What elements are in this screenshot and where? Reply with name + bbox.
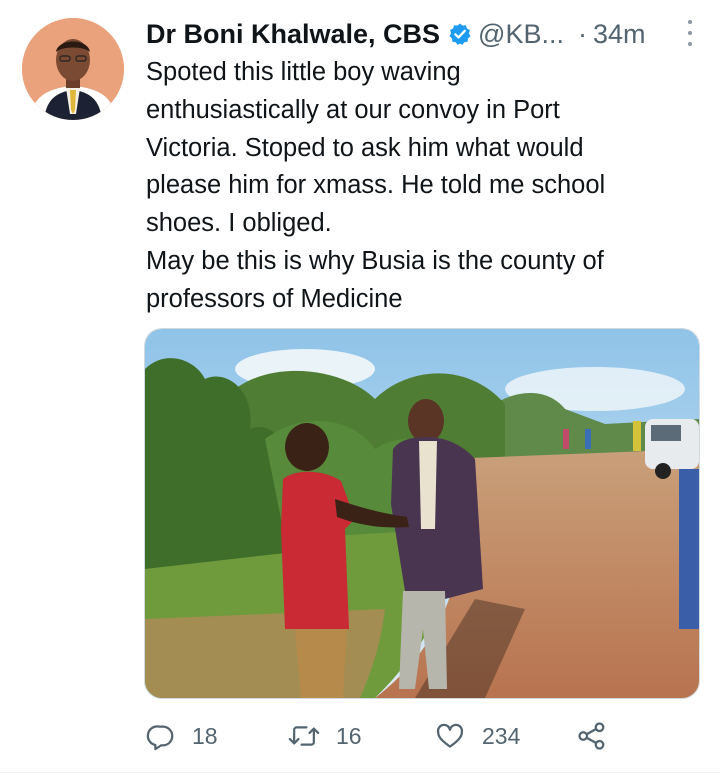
tweet-text-line: shoes. I obliged.: [146, 209, 332, 238]
like-button[interactable]: 234: [434, 714, 520, 758]
reply-button[interactable]: 18: [146, 714, 218, 758]
author-name[interactable]: Dr Boni Khalwale, CBS: [146, 19, 440, 50]
tweet-text-line: May be this is why Busia is the county o…: [146, 246, 604, 275]
share-icon: [578, 722, 605, 750]
reply-icon: [146, 725, 174, 751]
like-count: 234: [482, 722, 521, 749]
tweet-photo[interactable]: [144, 328, 700, 699]
retweet-icon: [288, 726, 320, 746]
tweet-actions-bar: 18 16 234: [146, 714, 706, 758]
tweet-text-line: Spoted this little boy waving: [146, 58, 461, 86]
tweet-text-line: please him for xmass. He told me school: [146, 171, 606, 200]
verified-badge-icon: [448, 22, 472, 46]
photo-scene: [145, 329, 699, 698]
retweet-count: 16: [336, 722, 362, 749]
tweet-divider: [0, 772, 720, 773]
tweet-text-line: Victoria. Stoped to ask him what would: [146, 133, 584, 162]
tweet-header: Dr Boni Khalwale, CBS @KB... · 34m: [146, 14, 700, 54]
tweet-text: Spoted this little boy waving enthusiast…: [146, 54, 706, 319]
share-button[interactable]: [576, 714, 624, 758]
tweet-timestamp[interactable]: 34m: [593, 19, 646, 50]
retweet-button[interactable]: 16: [288, 714, 362, 758]
author-handle[interactable]: @KB...: [478, 19, 564, 50]
avatar-photo: [22, 18, 124, 120]
more-options-icon[interactable]: [686, 20, 694, 46]
heart-icon: [436, 723, 464, 748]
reply-count: 18: [192, 722, 218, 749]
author-avatar[interactable]: [22, 18, 124, 120]
tweet-text-line: professors of Medicine: [146, 284, 403, 313]
header-separator: ·: [577, 18, 587, 49]
tweet-text-line: enthusiastically at our convoy in Port: [146, 95, 560, 124]
